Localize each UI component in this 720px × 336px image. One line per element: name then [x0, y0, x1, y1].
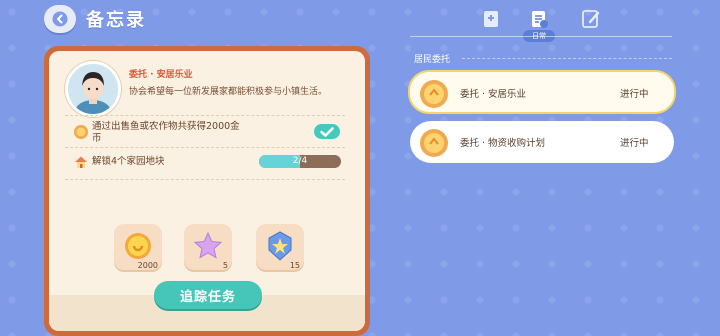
badge-icon: [268, 231, 292, 261]
star-icon: [193, 231, 223, 259]
commission-item-2[interactable]: 委托 · 物资收购计划 进行中: [410, 121, 674, 163]
back-button[interactable]: [44, 5, 76, 33]
quest-name: 委托 · 安居乐业: [129, 70, 193, 80]
tab-edit[interactable]: [580, 8, 602, 30]
tab-book[interactable]: [480, 8, 502, 30]
edit-icon: [582, 10, 600, 28]
reward-badge[interactable]: 15: [256, 224, 304, 272]
track-quest-button[interactable]: 追踪任务: [154, 281, 262, 309]
commission-title: 委托 · 安居乐业: [460, 89, 527, 100]
reward-count: 15: [289, 261, 300, 270]
house-icon: [75, 156, 87, 168]
quest-card: 委托 · 安居乐业 协会希望每一位新发展家都能积极参与小镇生活。 通过出售鱼或农…: [49, 51, 365, 331]
npc-avatar: [65, 61, 121, 117]
reward-count: 5: [222, 261, 228, 270]
divider: [65, 179, 345, 180]
notes-icon: [532, 11, 548, 28]
reward-star[interactable]: 5: [184, 224, 232, 272]
tab-daily[interactable]: [528, 8, 550, 30]
section-divider: [462, 58, 672, 59]
requirement-text-2: 解锁4个家园地块: [92, 156, 165, 167]
coin-icon: [74, 125, 88, 139]
progress-bar: 2/4: [259, 155, 341, 168]
commission-status: 进行中: [620, 89, 649, 100]
progress-text: 2/4: [292, 156, 308, 166]
divider: [65, 115, 345, 116]
completed-check-icon: [314, 124, 340, 139]
requirement-text-1: 通过出售鱼或农作物共获得2000金 币: [92, 121, 240, 144]
divider: [65, 147, 345, 148]
section-title: 居民委托: [414, 55, 451, 65]
book-icon: [484, 11, 498, 27]
commission-status: 进行中: [620, 138, 649, 149]
commission-item-1[interactable]: 委托 · 安居乐业 进行中: [408, 70, 676, 114]
coin-icon: [420, 80, 448, 108]
quest-description: 协会希望每一位新发展家都能积极参与小镇生活。: [129, 87, 328, 97]
coin-icon: [420, 129, 448, 157]
back-arrow-icon: [52, 11, 68, 27]
gold-coin-icon: [125, 233, 151, 259]
reward-gold-coin[interactable]: 2000: [114, 224, 162, 272]
page-title: 备忘录: [86, 10, 146, 31]
commission-title: 委托 · 物资收购计划: [460, 138, 546, 149]
reward-count: 2000: [137, 261, 158, 270]
tab-divider: [410, 36, 672, 37]
